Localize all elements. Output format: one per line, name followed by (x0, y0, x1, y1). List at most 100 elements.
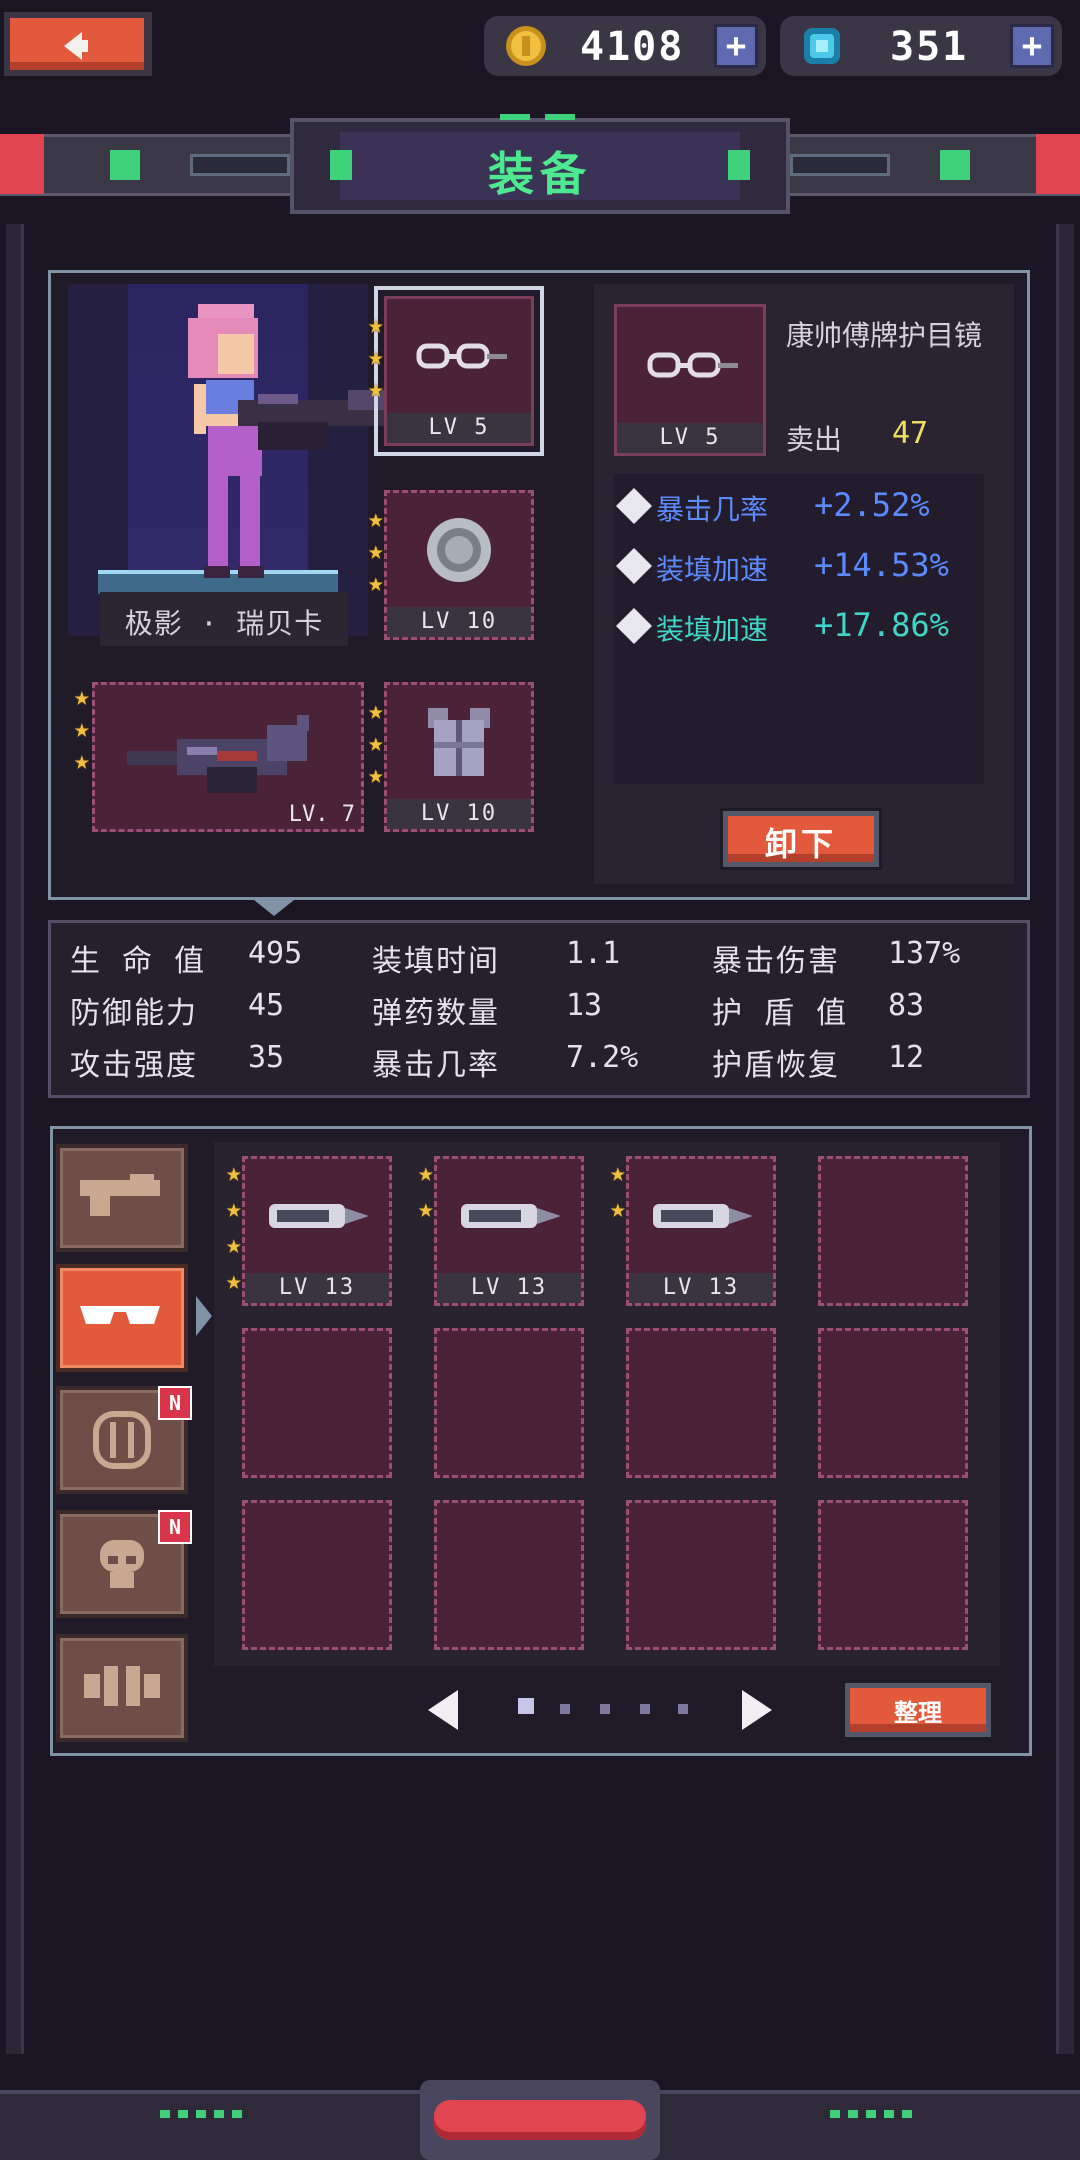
tab-weapon[interactable] (56, 1144, 188, 1252)
diamond-icon (616, 548, 652, 584)
tab-armor[interactable] (56, 1634, 188, 1742)
sort-button[interactable]: 整理 (842, 1680, 994, 1740)
star-icon: ★ (368, 310, 384, 340)
shield-orb-icon (427, 518, 491, 582)
equipped-slot-shield[interactable]: LV 10 (384, 490, 534, 640)
attribute-row: 装填加速 +17.86% (614, 606, 984, 646)
visor-icon (461, 1204, 561, 1228)
inventory-slot-empty[interactable] (818, 1156, 968, 1306)
goggles-icon (416, 343, 507, 369)
star-icon: ★ (368, 760, 384, 790)
star-icon: ★ (368, 374, 384, 404)
sell-label: 卖出 (786, 423, 843, 456)
page-dot (560, 1704, 570, 1714)
goggles-icon (647, 352, 738, 378)
star-icon: ★ (226, 1266, 242, 1296)
sort-label: 整理 (894, 1699, 942, 1727)
attribute-value: +14.53% (814, 546, 949, 584)
inventory-slot-empty[interactable] (434, 1500, 584, 1650)
header-banner: 装备 (0, 104, 1080, 224)
shield-icon (93, 1411, 151, 1469)
equipped-weapon-level: LV. 7 (288, 802, 355, 827)
star-icon: ★ (418, 1194, 434, 1224)
star-icon: ★ (226, 1194, 242, 1224)
attribute-row: 暴击几率 +2.52% (614, 486, 984, 526)
coin-icon (506, 26, 546, 66)
star-icon: ★ (368, 696, 384, 726)
star-icon: ★ (226, 1230, 242, 1260)
weapon-icon (127, 715, 309, 793)
inventory-slot-empty[interactable] (626, 1328, 776, 1478)
equipped-slot-weapon[interactable]: LV. 7 (92, 682, 364, 832)
inventory-slot-empty[interactable] (818, 1328, 968, 1478)
gold-value: 4108 (580, 24, 685, 70)
detail-item-level: LV 5 (617, 423, 763, 453)
stat-label-crit-damage: 暴击伤害 (712, 944, 840, 979)
diamond-icon (616, 608, 652, 644)
star-icon: ★ (610, 1158, 626, 1188)
character-name-plate: 极影 · 瑞贝卡 (100, 592, 348, 646)
back-button[interactable] (0, 8, 156, 80)
star-icon: ★ (610, 1194, 626, 1224)
stat-value-reload: 1.1 (566, 936, 621, 971)
gem-value: 351 (890, 24, 969, 70)
stat-value-ammo: 13 (566, 988, 603, 1023)
star-icon: ★ (368, 536, 384, 566)
page-dot (600, 1704, 610, 1714)
stat-value-shield: 83 (888, 988, 925, 1023)
stat-value-attack: 35 (248, 1040, 285, 1075)
sell-value: 47 (892, 416, 929, 451)
stat-label-defense: 防御能力 (70, 996, 198, 1031)
attribute-row: 装填加速 +14.53% (614, 546, 984, 586)
stat-label-reload: 装填时间 (372, 944, 500, 979)
new-badge: N (158, 1386, 192, 1420)
star-icon: ★ (368, 728, 384, 758)
armor-icon (428, 708, 490, 776)
tab-goggles[interactable] (56, 1264, 188, 1372)
prev-page-arrow-icon[interactable] (424, 1688, 460, 1732)
stat-value-hp: 495 (248, 936, 303, 971)
add-gems-button[interactable]: + (1010, 24, 1054, 68)
next-page-arrow-icon[interactable] (740, 1688, 776, 1732)
helmet-icon (100, 1540, 144, 1588)
stat-label-hp: 生 命 值 (70, 944, 207, 979)
inventory-item-level: LV 13 (437, 1273, 581, 1303)
bottom-center-button[interactable] (420, 2080, 660, 2160)
inventory-slot[interactable]: LV 13 (434, 1156, 584, 1306)
unequip-button[interactable]: 卸下 (720, 808, 882, 870)
add-gold-button[interactable]: + (714, 24, 758, 68)
character-sprite (188, 304, 388, 578)
inventory-slot-empty[interactable] (242, 1328, 392, 1478)
page-title: 装备 (488, 147, 592, 201)
gun-icon (80, 1174, 160, 1216)
stat-label-shield: 护 盾 值 (712, 996, 849, 1031)
star-icon: ★ (368, 504, 384, 534)
unequip-label: 卸下 (764, 825, 837, 863)
inventory-slot[interactable]: LV 13 (626, 1156, 776, 1306)
attribute-name: 暴击几率 (656, 493, 769, 526)
attribute-name: 装填加速 (656, 613, 769, 646)
stat-label-ammo: 弹药数量 (372, 996, 500, 1031)
equipped-accessory-level: LV 5 (387, 413, 531, 443)
visor-icon (269, 1204, 369, 1228)
page-dot (678, 1704, 688, 1714)
stat-label-crit-rate: 暴击几率 (372, 1048, 500, 1083)
inventory-slot-empty[interactable] (626, 1500, 776, 1650)
inventory-slot-empty[interactable] (242, 1500, 392, 1650)
star-icon: ★ (418, 1158, 434, 1188)
stat-label-shield-regen: 护盾恢复 (712, 1048, 840, 1083)
equipped-slot-accessory[interactable]: LV 5 (374, 286, 544, 456)
armor-plate-icon (84, 1666, 160, 1706)
goggles-icon (80, 1306, 160, 1324)
gold-counter: 4108 + (484, 16, 766, 76)
stat-value-defense: 45 (248, 988, 285, 1023)
inventory-slot[interactable]: LV 13 (242, 1156, 392, 1306)
character-name: 极影 · 瑞贝卡 (124, 607, 324, 640)
gem-icon (804, 28, 840, 64)
equipped-slot-armor[interactable]: LV 10 (384, 682, 534, 832)
stat-value-shield-regen: 12 (888, 1040, 925, 1075)
inventory-slot-empty[interactable] (434, 1328, 584, 1478)
inventory-slot-empty[interactable] (818, 1500, 968, 1650)
arrow-left-icon (64, 32, 88, 60)
star-icon: ★ (226, 1158, 242, 1188)
